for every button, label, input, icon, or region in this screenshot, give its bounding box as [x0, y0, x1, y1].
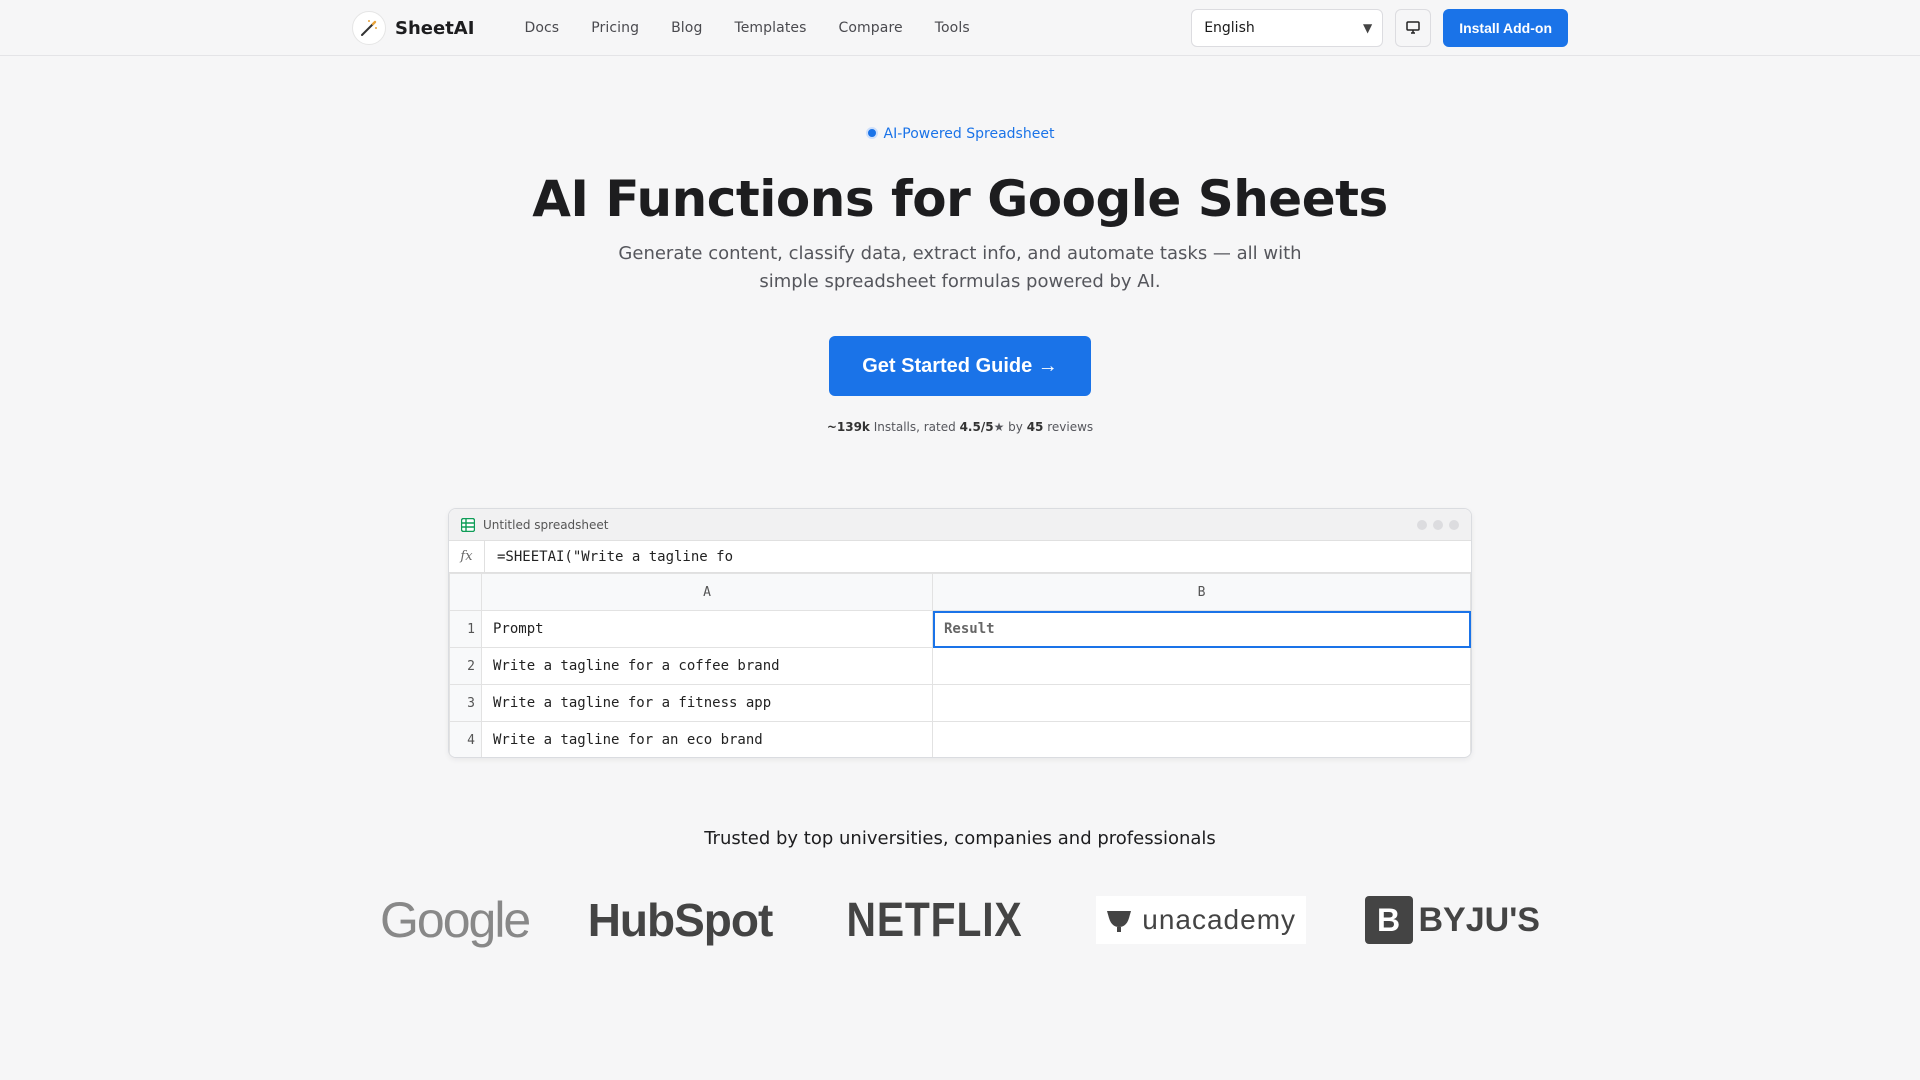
reviews-label: reviews — [1047, 420, 1094, 434]
row-number: 4 — [449, 721, 482, 757]
window-dot-icon — [1417, 519, 1427, 530]
reviews-count: 45 — [1026, 420, 1044, 434]
language-value: English — [1204, 20, 1255, 36]
spreadsheet-title: Untitled spreadsheet — [483, 517, 609, 532]
spreadsheet-demo: Untitled spreadsheet fx =SHEETAI("Write … — [448, 508, 1472, 758]
spreadsheet-grid: A B 1 Prompt Result 2 Write a tagline fo… — [449, 573, 1471, 757]
cell-a2[interactable]: Write a tagline for a coffee brand — [481, 647, 933, 685]
formula-bar[interactable]: fx =SHEETAI("Write a tagline fo — [449, 541, 1471, 573]
hero-badge-text: AI-Powered Spreadsheet — [883, 126, 1055, 142]
hubspot-logo: HubSpot — [587, 894, 774, 946]
monitor-icon — [1405, 19, 1421, 38]
nav-link-blog[interactable]: Blog — [655, 20, 718, 36]
byjus-mark-icon: B — [1364, 896, 1413, 944]
nav-link-pricing[interactable]: Pricing — [575, 20, 655, 36]
nav-link-docs[interactable]: Docs — [508, 20, 575, 36]
unacademy-wordmark: unacademy — [1142, 904, 1297, 935]
column-header-row: A B — [449, 573, 1471, 611]
hero-badge: AI-Powered Spreadsheet — [0, 126, 1920, 142]
nav-link-compare[interactable]: Compare — [823, 20, 919, 36]
column-header-a[interactable]: A — [481, 573, 933, 611]
trusted-heading: Trusted by top universities, companies a… — [704, 828, 1216, 849]
install-stats: ~139k Installs, rated 4.5/5★ by 45 revie… — [0, 420, 1920, 434]
cell-a4[interactable]: Write a tagline for an eco brand — [481, 721, 933, 757]
table-row: 3 Write a tagline for a fitness app — [449, 684, 1471, 722]
rating-value: 4.5/5 — [959, 420, 994, 434]
top-navbar: SheetAI Docs Pricing Blog Templates Comp… — [0, 0, 1920, 56]
install-addon-button[interactable]: Install Add-on — [1443, 9, 1568, 47]
unacademy-cap-icon — [1107, 911, 1132, 932]
table-row: 2 Write a tagline for a coffee brand — [449, 647, 1471, 685]
window-controls — [1417, 519, 1459, 530]
customer-logos: Google HubSpot NETFLIX unacademy B BYJU'… — [380, 890, 1540, 950]
dropdown-arrow-icon: ▼ — [1362, 21, 1373, 35]
window-dot-icon — [1433, 519, 1443, 530]
table-row: 4 Write a tagline for an eco brand — [449, 721, 1471, 757]
cell-a1[interactable]: Prompt — [481, 610, 933, 648]
sheets-icon — [461, 517, 475, 532]
nav-link-templates[interactable]: Templates — [718, 20, 822, 36]
row-number: 1 — [449, 610, 482, 648]
by-label: by — [1008, 420, 1023, 434]
nav-link-tools[interactable]: Tools — [919, 20, 986, 36]
hero-subtitle: Generate content, classify data, extract… — [618, 243, 1302, 292]
fx-icon: fx — [449, 541, 485, 572]
cell-b2[interactable] — [932, 647, 1471, 685]
column-header-b[interactable]: B — [932, 573, 1471, 611]
status-dot-icon — [865, 127, 878, 139]
get-started-button[interactable]: Get Started Guide → — [829, 336, 1091, 396]
corner-cell — [449, 573, 482, 611]
unacademy-logo: unacademy — [1096, 896, 1307, 944]
formula-text[interactable]: =SHEETAI("Write a tagline fo — [485, 549, 733, 565]
byjus-logo: B BYJU'S — [1364, 890, 1540, 950]
google-logo: Google — [380, 892, 531, 948]
spreadsheet-titlebar: Untitled spreadsheet — [449, 509, 1471, 541]
brand-name: SheetAI — [395, 17, 475, 39]
row-number: 3 — [449, 684, 482, 722]
cell-b4[interactable] — [932, 721, 1471, 757]
hero-title: AI Functions for Google Sheets — [532, 170, 1388, 228]
language-select[interactable]: English ▼ — [1191, 9, 1384, 47]
brand[interactable]: SheetAI — [352, 11, 474, 45]
cell-b1[interactable]: Result — [932, 610, 1471, 648]
star-icon: ★ — [993, 420, 1005, 434]
magic-wand-icon — [352, 11, 386, 45]
installs-count: ~139k — [826, 420, 870, 434]
theme-toggle-button[interactable] — [1395, 9, 1432, 47]
nav-links: Docs Pricing Blog Templates Compare Tool… — [508, 20, 985, 36]
cell-a3[interactable]: Write a tagline for a fitness app — [481, 684, 933, 722]
navbar-inner: SheetAI Docs Pricing Blog Templates Comp… — [352, 9, 1568, 47]
table-row: 1 Prompt Result — [449, 610, 1471, 648]
window-dot-icon — [1449, 519, 1459, 530]
nav-right: English ▼ Install Add-on — [1191, 9, 1568, 47]
row-number: 2 — [449, 647, 482, 685]
installs-label: Installs, rated — [873, 420, 956, 434]
byjus-wordmark: BYJU'S — [1418, 900, 1540, 939]
cell-b3[interactable] — [932, 684, 1471, 722]
netflix-logo: NETFLIX — [846, 893, 1023, 947]
